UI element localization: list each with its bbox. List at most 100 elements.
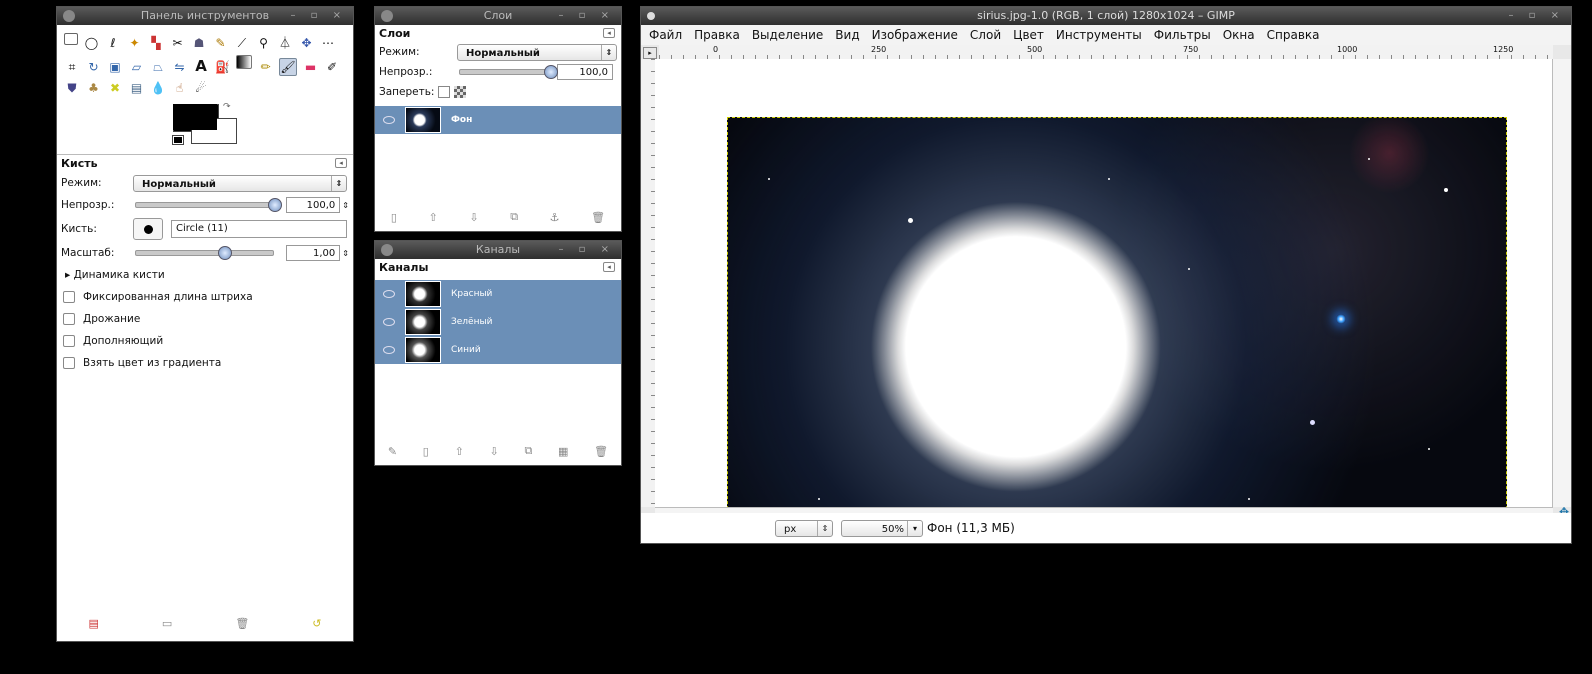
- new-layer-icon[interactable]: ▯: [391, 211, 397, 224]
- window-controls-icon[interactable]: – ▫ ×: [558, 7, 615, 25]
- spin-arrows-icon[interactable]: ⇕: [342, 201, 349, 210]
- unit-select[interactable]: px ⇕: [775, 519, 833, 537]
- layer-name[interactable]: Фон: [451, 115, 472, 125]
- menu-file[interactable]: Файл: [649, 28, 682, 42]
- quick-mask-corner[interactable]: ▸: [643, 47, 657, 59]
- duplicate-channel-icon[interactable]: ⧉: [524, 444, 532, 458]
- rotate-icon[interactable]: ↻: [86, 59, 102, 75]
- delete-channel-icon[interactable]: 🗑: [594, 445, 608, 458]
- checkbox-gradient-color[interactable]: Взять цвет из градиента: [57, 352, 353, 374]
- shear-icon[interactable]: ▱: [129, 59, 145, 75]
- tab-menu-icon[interactable]: ◂: [603, 28, 615, 38]
- blur-icon[interactable]: 💧: [150, 80, 166, 96]
- measure-icon[interactable]: ⏃: [277, 35, 293, 51]
- raise-layer-icon[interactable]: ⇧: [429, 211, 438, 224]
- heal-icon[interactable]: ✖: [107, 80, 123, 96]
- lower-channel-icon[interactable]: ⇩: [490, 445, 499, 458]
- horizontal-ruler[interactable]: 0 250 500 750 1000 1250: [659, 45, 1553, 60]
- toolbox-titlebar[interactable]: Панель инструментов – ▫ ×: [57, 7, 353, 25]
- opacity-slider-knob[interactable]: [268, 198, 283, 212]
- image-titlebar[interactable]: sirius.jpg-1.0 (RGB, 1 слой) 1280x1024 –…: [641, 7, 1571, 25]
- eraser-icon[interactable]: ▬: [303, 59, 319, 75]
- ink-icon[interactable]: ⛊: [64, 80, 80, 96]
- spin-arrows-icon[interactable]: ⇕: [342, 249, 349, 258]
- layers-titlebar[interactable]: Слои – ▫ ×: [375, 7, 621, 25]
- text-icon[interactable]: A: [193, 58, 209, 74]
- visibility-eye-icon[interactable]: [383, 346, 395, 354]
- visibility-eye-icon[interactable]: [383, 290, 395, 298]
- window-controls-icon[interactable]: – ▫ ×: [558, 241, 615, 259]
- bucket-fill-icon[interactable]: ⛽: [215, 59, 231, 75]
- pencil-icon[interactable]: ✏: [258, 59, 274, 75]
- color-select-icon[interactable]: ▚: [148, 35, 164, 51]
- menu-view[interactable]: Вид: [835, 28, 859, 42]
- flip-icon[interactable]: ⇋: [172, 59, 188, 75]
- checkbox-icon[interactable]: [63, 291, 75, 303]
- image-canvas[interactable]: [727, 117, 1507, 543]
- lock-pixels-checkbox[interactable]: [438, 86, 451, 98]
- menu-tools[interactable]: Инструменты: [1056, 28, 1142, 42]
- paintbrush-icon[interactable]: 🖌: [279, 58, 297, 76]
- visibility-eye-icon[interactable]: [383, 318, 395, 326]
- opacity-slider[interactable]: [135, 198, 283, 212]
- visibility-eye-icon[interactable]: [383, 116, 395, 124]
- rect-select-icon[interactable]: [64, 33, 78, 45]
- perspective-icon[interactable]: ⏢: [150, 59, 166, 75]
- duplicate-layer-icon[interactable]: ⧉: [510, 210, 518, 224]
- scale-icon[interactable]: ▣: [107, 59, 123, 75]
- layers-opacity-slider[interactable]: [459, 65, 558, 79]
- smudge-icon[interactable]: ☝: [172, 80, 188, 96]
- channel-to-selection-icon[interactable]: ▦: [558, 445, 568, 458]
- brush-name-field[interactable]: Circle (11): [171, 220, 347, 238]
- restore-options-icon[interactable]: ▭: [162, 617, 172, 630]
- layers-mode-select[interactable]: Нормальный ⇕: [457, 43, 617, 61]
- vertical-ruler[interactable]: [641, 59, 656, 507]
- anchor-layer-icon[interactable]: ⚓: [550, 211, 560, 224]
- paths-icon[interactable]: ✎: [213, 35, 229, 51]
- checkbox-icon[interactable]: [63, 357, 75, 369]
- delete-layer-icon[interactable]: 🗑: [591, 211, 605, 224]
- zoom-icon[interactable]: ⚲: [256, 35, 272, 51]
- default-colors-icon[interactable]: [172, 135, 184, 145]
- menu-colors[interactable]: Цвет: [1013, 28, 1044, 42]
- vertical-scrollbar[interactable]: [1552, 59, 1571, 507]
- dodge-burn-icon[interactable]: ☄: [193, 80, 209, 96]
- brush-preview-button[interactable]: [133, 218, 163, 240]
- gradient-icon[interactable]: [236, 55, 252, 69]
- lower-layer-icon[interactable]: ⇩: [469, 211, 478, 224]
- clone-icon[interactable]: ♣: [86, 80, 102, 96]
- scale-slider-knob[interactable]: [218, 246, 233, 260]
- delete-options-icon[interactable]: 🗑: [235, 617, 249, 630]
- menu-layer[interactable]: Слой: [970, 28, 1001, 42]
- scale-slider[interactable]: [135, 246, 274, 260]
- fuzzy-select-icon[interactable]: ✦: [127, 35, 143, 51]
- checkbox-icon[interactable]: [63, 313, 75, 325]
- window-controls-icon[interactable]: – ▫ ×: [290, 7, 347, 25]
- reset-options-icon[interactable]: ↺: [312, 617, 321, 630]
- channel-row-red[interactable]: Красный: [375, 280, 621, 308]
- swap-colors-icon[interactable]: ↷: [223, 102, 231, 112]
- menu-edit[interactable]: Правка: [694, 28, 740, 42]
- free-select-icon[interactable]: ℓ: [105, 35, 121, 51]
- menu-filters[interactable]: Фильтры: [1154, 28, 1211, 42]
- window-controls-icon[interactable]: – ▫ ×: [1508, 7, 1565, 25]
- ellipse-select-icon[interactable]: ◯: [84, 35, 100, 51]
- menu-image[interactable]: Изображение: [872, 28, 958, 42]
- scale-spinbox[interactable]: 1,00: [285, 245, 341, 261]
- align-icon[interactable]: ⋯: [320, 35, 336, 51]
- mode-select[interactable]: Нормальный ⇕: [133, 174, 347, 192]
- scissors-icon[interactable]: ✂: [170, 35, 186, 51]
- checkbox-incremental[interactable]: Дополняющий: [57, 330, 353, 352]
- menu-help[interactable]: Справка: [1267, 28, 1320, 42]
- canvas-area[interactable]: [655, 59, 1553, 543]
- airbrush-icon[interactable]: ✐: [324, 59, 340, 75]
- zoom-select[interactable]: 50% ▾: [841, 519, 923, 537]
- tab-menu-icon[interactable]: ◂: [335, 158, 347, 168]
- checkbox-jitter[interactable]: Дрожание: [57, 308, 353, 330]
- color-picker-icon[interactable]: ⟋: [234, 35, 250, 51]
- edit-channel-icon[interactable]: ✎: [388, 445, 397, 458]
- menu-windows[interactable]: Окна: [1223, 28, 1255, 42]
- raise-channel-icon[interactable]: ⇧: [455, 445, 464, 458]
- lock-alpha-icon[interactable]: [454, 86, 467, 98]
- channel-row-green[interactable]: Зелёный: [375, 308, 621, 336]
